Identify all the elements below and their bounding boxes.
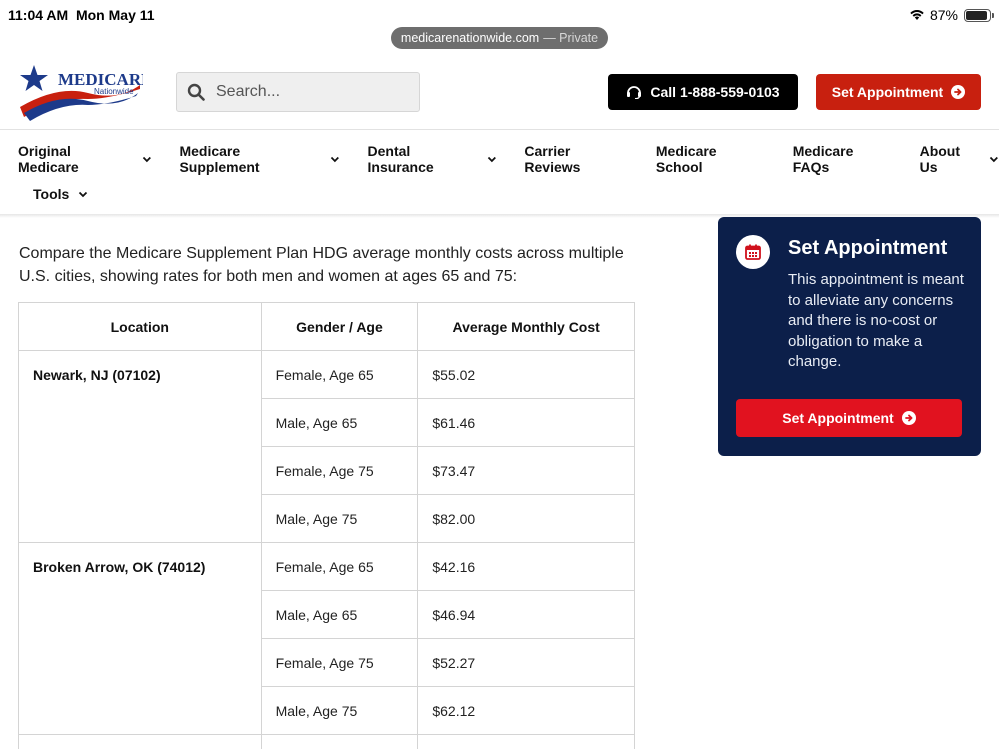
nav-medicare-school[interactable]: Medicare School: [656, 143, 765, 175]
address-domain: medicarenationwide.com: [400, 31, 540, 45]
cost-cell: $61.46: [417, 398, 635, 447]
chevron-down-icon: [330, 156, 339, 162]
chevron-down-icon: [142, 156, 151, 162]
header-appointment-button[interactable]: Set Appointment: [816, 74, 981, 110]
search-icon: [187, 83, 205, 101]
arrow-circle-icon: [951, 85, 966, 99]
header-appointment-label: Set Appointment: [831, 84, 944, 100]
logo-graphic: MEDICARE Nationwide: [20, 65, 152, 121]
gender-age-cell: Male, Age 65: [260, 398, 419, 447]
nav-dental-insurance[interactable]: Dental Insurance: [368, 143, 497, 175]
logo-sub: Nationwide: [94, 87, 134, 96]
status-time: 11:04 AM Mon May 11: [8, 7, 155, 23]
appointment-card: Set Appointment This appointment is mean…: [718, 217, 981, 456]
cost-cell: $82.00: [417, 494, 635, 543]
nav-label: About Us: [919, 143, 961, 175]
table-header-row: Location Gender / Age Average Monthly Co…: [18, 302, 635, 351]
gender-age-cell: [260, 734, 419, 749]
search-box[interactable]: [176, 72, 420, 112]
nav-about-us[interactable]: About Us: [920, 143, 999, 175]
nav-label: Medicare School: [655, 143, 717, 175]
location-cell: Newark, NJ (07102): [18, 350, 262, 543]
rates-table: Location Gender / Age Average Monthly Co…: [18, 302, 635, 749]
calendar-icon: [736, 235, 770, 269]
nav-label: Tools: [33, 186, 70, 202]
site-logo[interactable]: MEDICARE Nationwide: [18, 63, 152, 123]
cost-cell: $73.47: [417, 446, 635, 495]
address-bar[interactable]: medicarenationwide.com — Private: [391, 27, 608, 49]
nav-label: Medicare Supplement: [179, 143, 260, 175]
table-row: Newark, NJ (07102) Female, Age 65 $55.02: [18, 350, 635, 543]
gender-age-cell: Male, Age 65: [260, 590, 419, 639]
cost-cell: [417, 734, 635, 749]
status-date: Mon May 11: [75, 7, 155, 23]
nav-tools[interactable]: Tools: [33, 186, 88, 202]
search-input[interactable]: [216, 83, 406, 101]
chevron-down-icon: [487, 156, 496, 162]
nav-carrier-reviews[interactable]: Carrier Reviews: [524, 143, 627, 175]
main-nav: Original Medicare Medicare Supplement De…: [18, 143, 999, 175]
gender-age-cell: Female, Age 65: [260, 350, 419, 399]
chevron-down-icon: [990, 156, 999, 162]
call-button[interactable]: Call 1-888-559-0103: [608, 74, 798, 110]
nav-divider: [0, 129, 999, 130]
nav-label: Carrier Reviews: [524, 143, 581, 175]
battery-percent: 87%: [929, 7, 958, 23]
cost-cell: $52.27: [417, 638, 635, 687]
wifi-icon: [910, 10, 924, 20]
location-cell: Broken Arrow, OK (74012): [18, 542, 262, 735]
cost-cell: $55.02: [417, 350, 635, 399]
card-description: This appointment is meant to alleviate a…: [788, 271, 964, 370]
gender-age-cell: Male, Age 75: [260, 494, 419, 543]
intro-paragraph: Compare the Medicare Supplement Plan HDG…: [19, 245, 624, 285]
card-appointment-button[interactable]: Set Appointment: [736, 399, 962, 437]
main-nav-row-2: Tools: [33, 186, 116, 202]
header-average-cost: Average Monthly Cost: [417, 302, 635, 351]
status-bar: 11:04 AM Mon May 11 87%: [0, 0, 999, 28]
chevron-down-icon: [79, 191, 88, 197]
nav-label: Medicare FAQs: [792, 143, 854, 175]
private-label: — Private: [543, 31, 599, 45]
location-cell: [18, 734, 262, 749]
header-location: Location: [18, 302, 262, 351]
gender-age-cell: Female, Age 75: [260, 638, 419, 687]
battery-icon: [964, 8, 994, 22]
status-indicators: 87%: [910, 7, 994, 23]
card-title: Set Appointment: [788, 237, 948, 259]
nav-label: Dental Insurance: [367, 143, 434, 175]
nav-medicare-supplement[interactable]: Medicare Supplement: [179, 143, 339, 175]
cost-cell: $46.94: [417, 590, 635, 639]
gender-age-cell: Female, Age 65: [260, 542, 419, 591]
nav-label: Original Medicare: [18, 143, 79, 175]
cost-cell: $62.12: [417, 686, 635, 735]
table-row: Broken Arrow, OK (74012) Female, Age 65 …: [18, 542, 635, 735]
nav-medicare-faqs[interactable]: Medicare FAQs: [793, 143, 892, 175]
headset-icon: [627, 86, 642, 99]
header-gender-age: Gender / Age: [260, 302, 419, 351]
nav-original-medicare[interactable]: Original Medicare: [18, 143, 151, 175]
call-label: Call 1-888-559-0103: [650, 84, 780, 100]
status-clock: 11:04 AM: [8, 7, 69, 23]
card-appointment-label: Set Appointment: [782, 410, 894, 426]
cost-cell: $42.16: [417, 542, 635, 591]
gender-age-cell: Male, Age 75: [260, 686, 419, 735]
arrow-circle-icon: [901, 411, 916, 425]
table-row: [18, 734, 635, 749]
gender-age-cell: Female, Age 75: [260, 446, 419, 495]
